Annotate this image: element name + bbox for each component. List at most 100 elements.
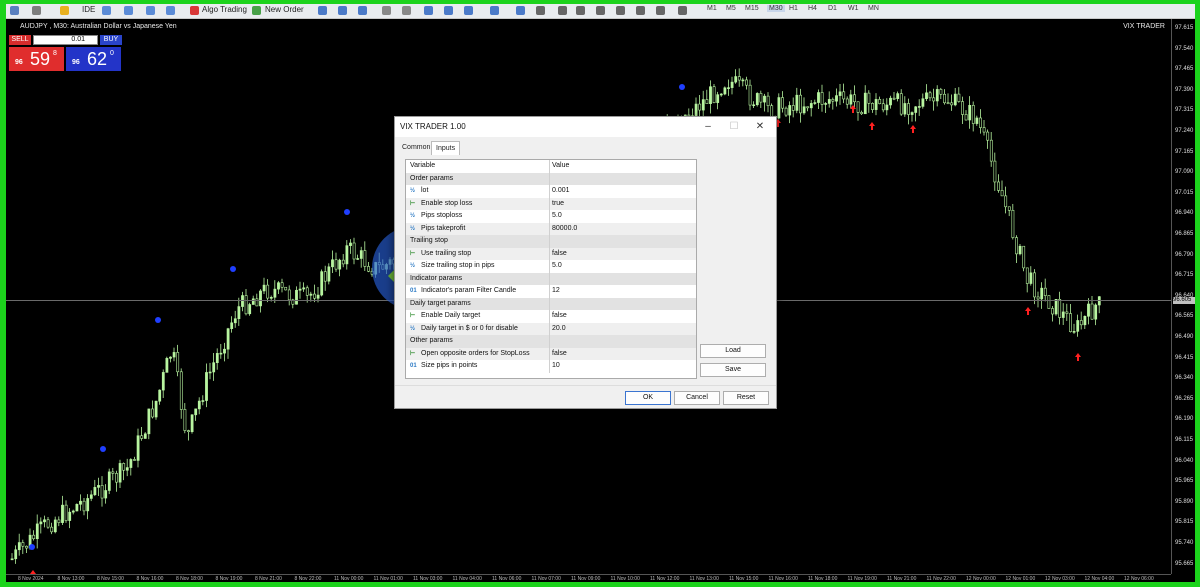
sell-price-fraction: 8 <box>53 50 57 57</box>
candle-body <box>1087 303 1090 317</box>
param-value[interactable]: false <box>552 310 567 323</box>
param-value[interactable]: false <box>552 348 567 361</box>
candle-body <box>705 99 709 104</box>
indicator-label: VIX TRADER <box>1123 23 1165 30</box>
cancel-button[interactable]: Cancel <box>674 391 720 405</box>
param-value[interactable]: 10 <box>552 360 560 373</box>
timeframe-m1[interactable]: M1 <box>707 5 717 12</box>
price-tick-label: 96.940 <box>1175 210 1194 217</box>
timeframe-d1[interactable]: D1 <box>828 5 837 12</box>
terminal-icon[interactable] <box>146 6 155 15</box>
line-chart-icon[interactable] <box>358 6 367 15</box>
close-icon[interactable]: ✕ <box>749 119 771 135</box>
grid-icon[interactable] <box>424 6 433 15</box>
reset-button[interactable]: Reset <box>723 391 769 405</box>
folder-icon[interactable] <box>60 6 69 15</box>
timeframe-h1[interactable]: H1 <box>789 5 798 12</box>
timeframe-m5[interactable]: M5 <box>726 5 736 12</box>
vertical-line-icon[interactable] <box>558 6 567 15</box>
param-value[interactable]: 0.001 <box>552 185 570 198</box>
param-value[interactable]: false <box>552 248 567 261</box>
column-divider <box>549 322 550 335</box>
sell-button[interactable]: SELL <box>9 35 31 45</box>
ide-button[interactable]: IDE <box>82 5 95 14</box>
channel-icon[interactable] <box>616 6 625 15</box>
param-name: ⊢ Enable Daily target <box>410 310 480 323</box>
candle-body <box>338 259 342 270</box>
navigator-icon[interactable] <box>124 6 133 15</box>
candle-body <box>129 459 133 468</box>
param-value[interactable]: 5.0 <box>552 260 562 273</box>
zoom-in-icon[interactable] <box>382 6 391 15</box>
trendline-icon[interactable] <box>596 6 605 15</box>
timeframe-mn[interactable]: MN <box>868 5 879 12</box>
param-label: Other params <box>410 337 453 344</box>
time-tick-label: 11 Nov 18:00 <box>808 576 838 582</box>
param-row[interactable]: ½ Pips takeprofit 80000.0 <box>406 222 696 236</box>
market-watch-icon[interactable] <box>102 6 111 15</box>
param-value[interactable]: 20.0 <box>552 323 566 336</box>
chart-shift-icon[interactable] <box>464 6 473 15</box>
ok-button[interactable]: OK <box>625 391 671 405</box>
algo-trading-button[interactable]: Algo Trading <box>202 5 247 14</box>
param-label: Order params <box>410 174 454 182</box>
candle-body <box>377 262 381 266</box>
save-button[interactable]: Save <box>700 363 766 377</box>
new-order-button[interactable]: New Order <box>265 5 304 14</box>
param-value[interactable]: 12 <box>552 285 560 298</box>
tab-inputs[interactable]: Inputs <box>431 141 461 155</box>
bar-chart-icon[interactable] <box>318 6 327 15</box>
param-row[interactable]: ½ Size trailing stop in pips 5.0 <box>406 260 696 273</box>
candle-body <box>349 242 352 246</box>
text-tool-icon[interactable] <box>656 6 665 15</box>
param-row[interactable]: ½ lot 0.001 <box>406 185 696 198</box>
param-row[interactable]: ½ Pips stoploss 5.0 <box>406 210 696 223</box>
autoscroll-icon[interactable] <box>444 6 453 15</box>
price-tick-label: 95.890 <box>1175 498 1194 505</box>
param-value[interactable]: true <box>552 198 564 211</box>
candle-body <box>831 99 835 102</box>
candlestick-icon[interactable] <box>338 6 347 15</box>
timeframe-m15[interactable]: M15 <box>745 5 759 12</box>
param-row[interactable]: ½ Daily target in $ or 0 for disable 20.0 <box>406 322 696 336</box>
column-divider <box>549 197 550 210</box>
candle-body <box>979 117 982 128</box>
candle-body <box>813 102 817 104</box>
param-row[interactable]: ⊢ Enable stop loss true <box>406 197 696 211</box>
param-value[interactable]: 80000.0 <box>552 223 577 236</box>
price-tick-label: 96.040 <box>1175 457 1194 464</box>
sell-price-button[interactable]: 96 59 8 <box>9 47 64 71</box>
param-row[interactable]: 01 Indicator's param Filter Candle 12 <box>406 285 696 298</box>
timeframe-m30[interactable]: M30 <box>767 5 785 12</box>
load-button[interactable]: Load <box>700 344 766 358</box>
param-row[interactable]: ⊢ Open opposite orders for StopLoss false <box>406 347 696 361</box>
new-chart-icon[interactable] <box>10 6 19 15</box>
buy-button[interactable]: BUY <box>100 35 122 45</box>
cursor-icon[interactable] <box>516 6 525 15</box>
tester-icon[interactable] <box>166 6 175 15</box>
dialog-titlebar[interactable]: VIX TRADER 1.00 – ☐ ✕ <box>395 117 776 137</box>
param-value[interactable]: 5.0 <box>552 210 562 223</box>
buy-price-button[interactable]: 96 62 0 <box>66 47 121 71</box>
candle-body <box>374 262 378 275</box>
fibonacci-icon[interactable] <box>636 6 645 15</box>
dialog-footer: OK Cancel Reset <box>395 385 776 408</box>
horizontal-line-icon[interactable] <box>576 6 585 15</box>
candle-body <box>1069 313 1072 332</box>
price-tick-label: 97.015 <box>1175 189 1194 196</box>
lot-input[interactable]: 0.01 <box>33 35 98 45</box>
candle-body <box>205 372 208 401</box>
timeframe-w1[interactable]: W1 <box>848 5 859 12</box>
profiles-icon[interactable] <box>32 6 41 15</box>
param-row[interactable]: ⊢ Enable Daily target false <box>406 310 696 323</box>
candle-body <box>46 519 50 528</box>
tab-common[interactable]: Common <box>398 141 434 154</box>
timeframe-h4[interactable]: H4 <box>808 5 817 12</box>
screenshot-icon[interactable] <box>490 6 499 15</box>
param-row[interactable]: ⊢ Use trailing stop false <box>406 247 696 261</box>
shapes-icon[interactable] <box>678 6 687 15</box>
minimize-icon[interactable]: – <box>697 119 719 135</box>
crosshair-icon[interactable] <box>536 6 545 15</box>
param-row[interactable]: 01 Size pips in points 10 <box>406 360 696 373</box>
zoom-out-icon[interactable] <box>402 6 411 15</box>
